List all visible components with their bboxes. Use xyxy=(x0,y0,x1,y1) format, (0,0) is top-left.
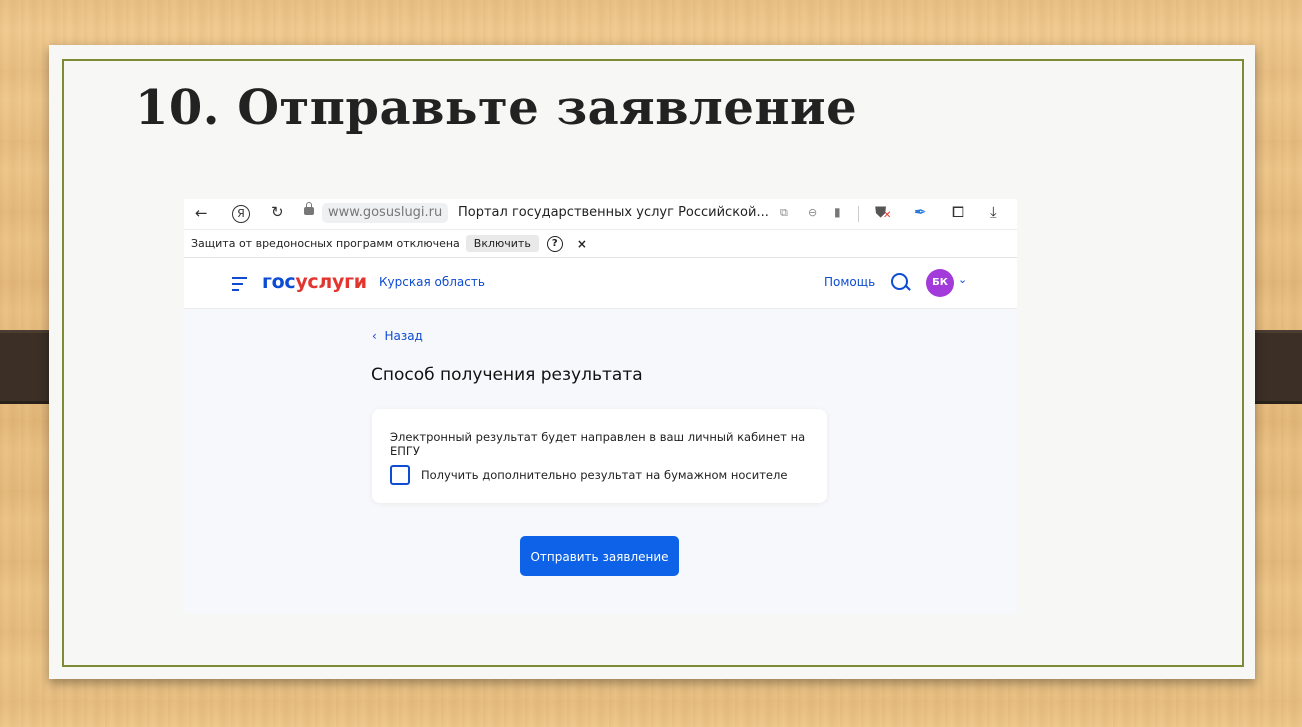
logo-part-uslugi: услуги xyxy=(295,271,367,293)
page-heading: Способ получения результата xyxy=(371,365,643,385)
menu-icon[interactable] xyxy=(232,277,247,295)
result-options-card: Электронный результат будет направлен в … xyxy=(372,409,827,503)
close-icon[interactable]: × xyxy=(577,237,587,251)
browser-screenshot: ← Я ↻ www.gosuslugi.ru Портал государств… xyxy=(184,199,1017,614)
back-link[interactable]: ‹ Назад xyxy=(372,329,423,343)
electronic-result-info: Электронный результат будет направлен в … xyxy=(390,430,806,458)
help-icon[interactable]: ? xyxy=(546,235,563,252)
toolbar-divider xyxy=(858,206,859,222)
yandex-icon[interactable]: Я xyxy=(232,205,250,223)
back-arrow-icon[interactable]: ← xyxy=(195,206,208,221)
translate-icon[interactable]: ⧉ xyxy=(780,207,788,218)
slide-title: 10. Отправьте заявление xyxy=(135,80,858,136)
lock-icon xyxy=(304,202,314,215)
feather-icon[interactable]: ✒ xyxy=(914,205,927,220)
search-icon[interactable] xyxy=(891,273,908,290)
enable-protection-button[interactable]: Включить xyxy=(465,235,539,252)
help-link[interactable]: Помощь xyxy=(824,275,875,289)
avatar[interactable]: БК xyxy=(926,269,954,297)
site-header: госуслуги Курская область Помощь БК ⌄ xyxy=(184,258,1017,309)
paper-result-label[interactable]: Получить дополнительно результат на бума… xyxy=(421,468,787,482)
region-selector[interactable]: Курская область xyxy=(379,275,485,289)
download-icon[interactable]: ⤓ xyxy=(990,205,997,220)
reload-icon[interactable]: ↻ xyxy=(271,205,284,220)
paper-result-checkbox[interactable] xyxy=(390,465,410,485)
extensions-icon[interactable]: ⧠ xyxy=(952,205,964,220)
security-warning-text: Защита от вредоносных программ отключена xyxy=(191,237,460,250)
tab-page-title: Портал государственных услуг Российской.… xyxy=(458,205,769,220)
gosuslugi-logo[interactable]: госуслуги xyxy=(262,271,367,293)
browser-toolbar: ← Я ↻ www.gosuslugi.ru Портал государств… xyxy=(184,199,1017,230)
zoom-icon[interactable]: ⊖ xyxy=(808,207,817,218)
chevron-down-icon[interactable]: ⌄ xyxy=(958,273,967,286)
submit-application-button[interactable]: Отправить заявление xyxy=(520,536,679,576)
bookmark-icon[interactable]: ▮ xyxy=(834,206,841,218)
shield-blocked-icon[interactable]: ⛊ ✕ xyxy=(875,205,891,221)
url-field[interactable]: www.gosuslugi.ru xyxy=(322,203,449,223)
logo-part-gos: гос xyxy=(262,271,296,293)
back-link-label: Назад xyxy=(384,329,423,343)
security-warning-bar: Защита от вредоносных программ отключена… xyxy=(184,230,1017,258)
